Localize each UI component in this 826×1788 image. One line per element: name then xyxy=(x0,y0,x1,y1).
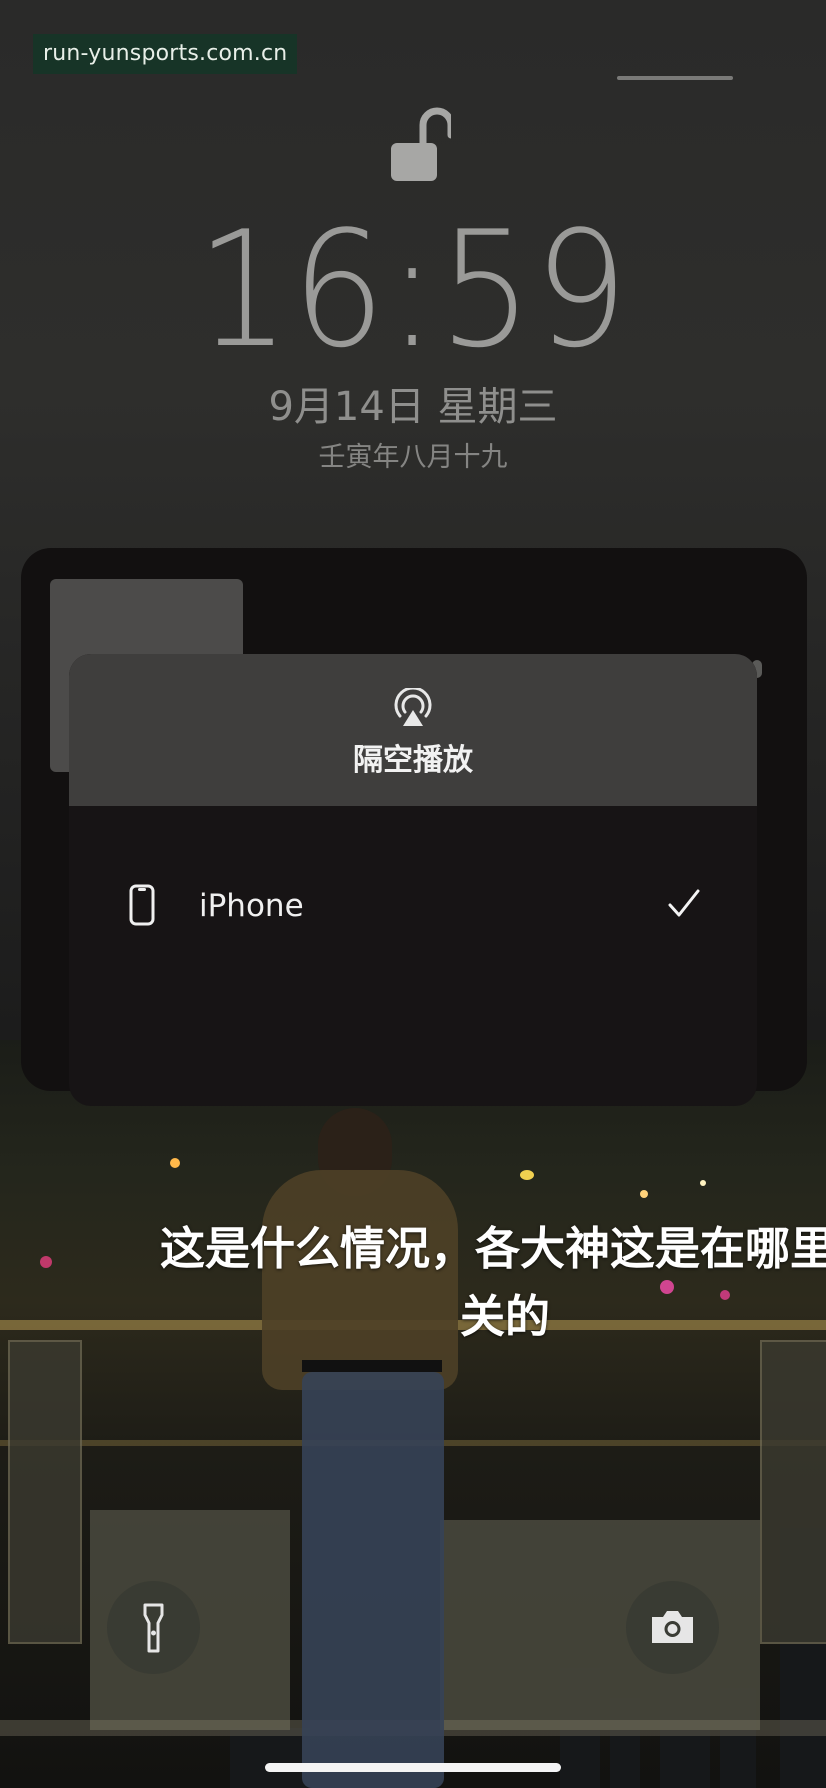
airplay-sheet-header xyxy=(69,654,757,806)
notification-handle xyxy=(617,76,733,80)
flashlight-button[interactable] xyxy=(107,1581,200,1674)
watermark-label: run-yunsports.com.cn xyxy=(33,34,298,74)
airplay-sheet-title: 隔空播放 xyxy=(353,743,473,778)
airplay-device-row-iphone[interactable] xyxy=(69,868,757,948)
checkmark-icon xyxy=(668,889,700,917)
person-figure-legs xyxy=(302,1372,444,1788)
video-subtitle-line-2: 关的 xyxy=(459,1290,550,1343)
person-figure-torso xyxy=(262,1170,458,1390)
iphone-icon xyxy=(129,884,155,926)
lock-screen-time: 16:59 xyxy=(196,196,630,383)
video-subtitle-line-1: 这是什么情况，各大神这是在哪里 xyxy=(160,1222,826,1275)
airplay-device-name: iPhone xyxy=(199,888,304,924)
camera-icon xyxy=(652,1611,693,1643)
camera-button[interactable] xyxy=(626,1581,719,1674)
airplay-icon xyxy=(394,688,432,726)
person-figure-belt xyxy=(302,1360,442,1372)
home-indicator[interactable] xyxy=(265,1763,561,1772)
unlocked-padlock-icon xyxy=(391,107,451,181)
lock-screen-date: 9月14日 星期三 xyxy=(268,384,558,430)
airplay-sheet: 隔空播放 iPhone xyxy=(69,654,757,1106)
flashlight-icon xyxy=(143,1603,164,1653)
lunar-date: 壬寅年八月十九 xyxy=(318,442,508,473)
